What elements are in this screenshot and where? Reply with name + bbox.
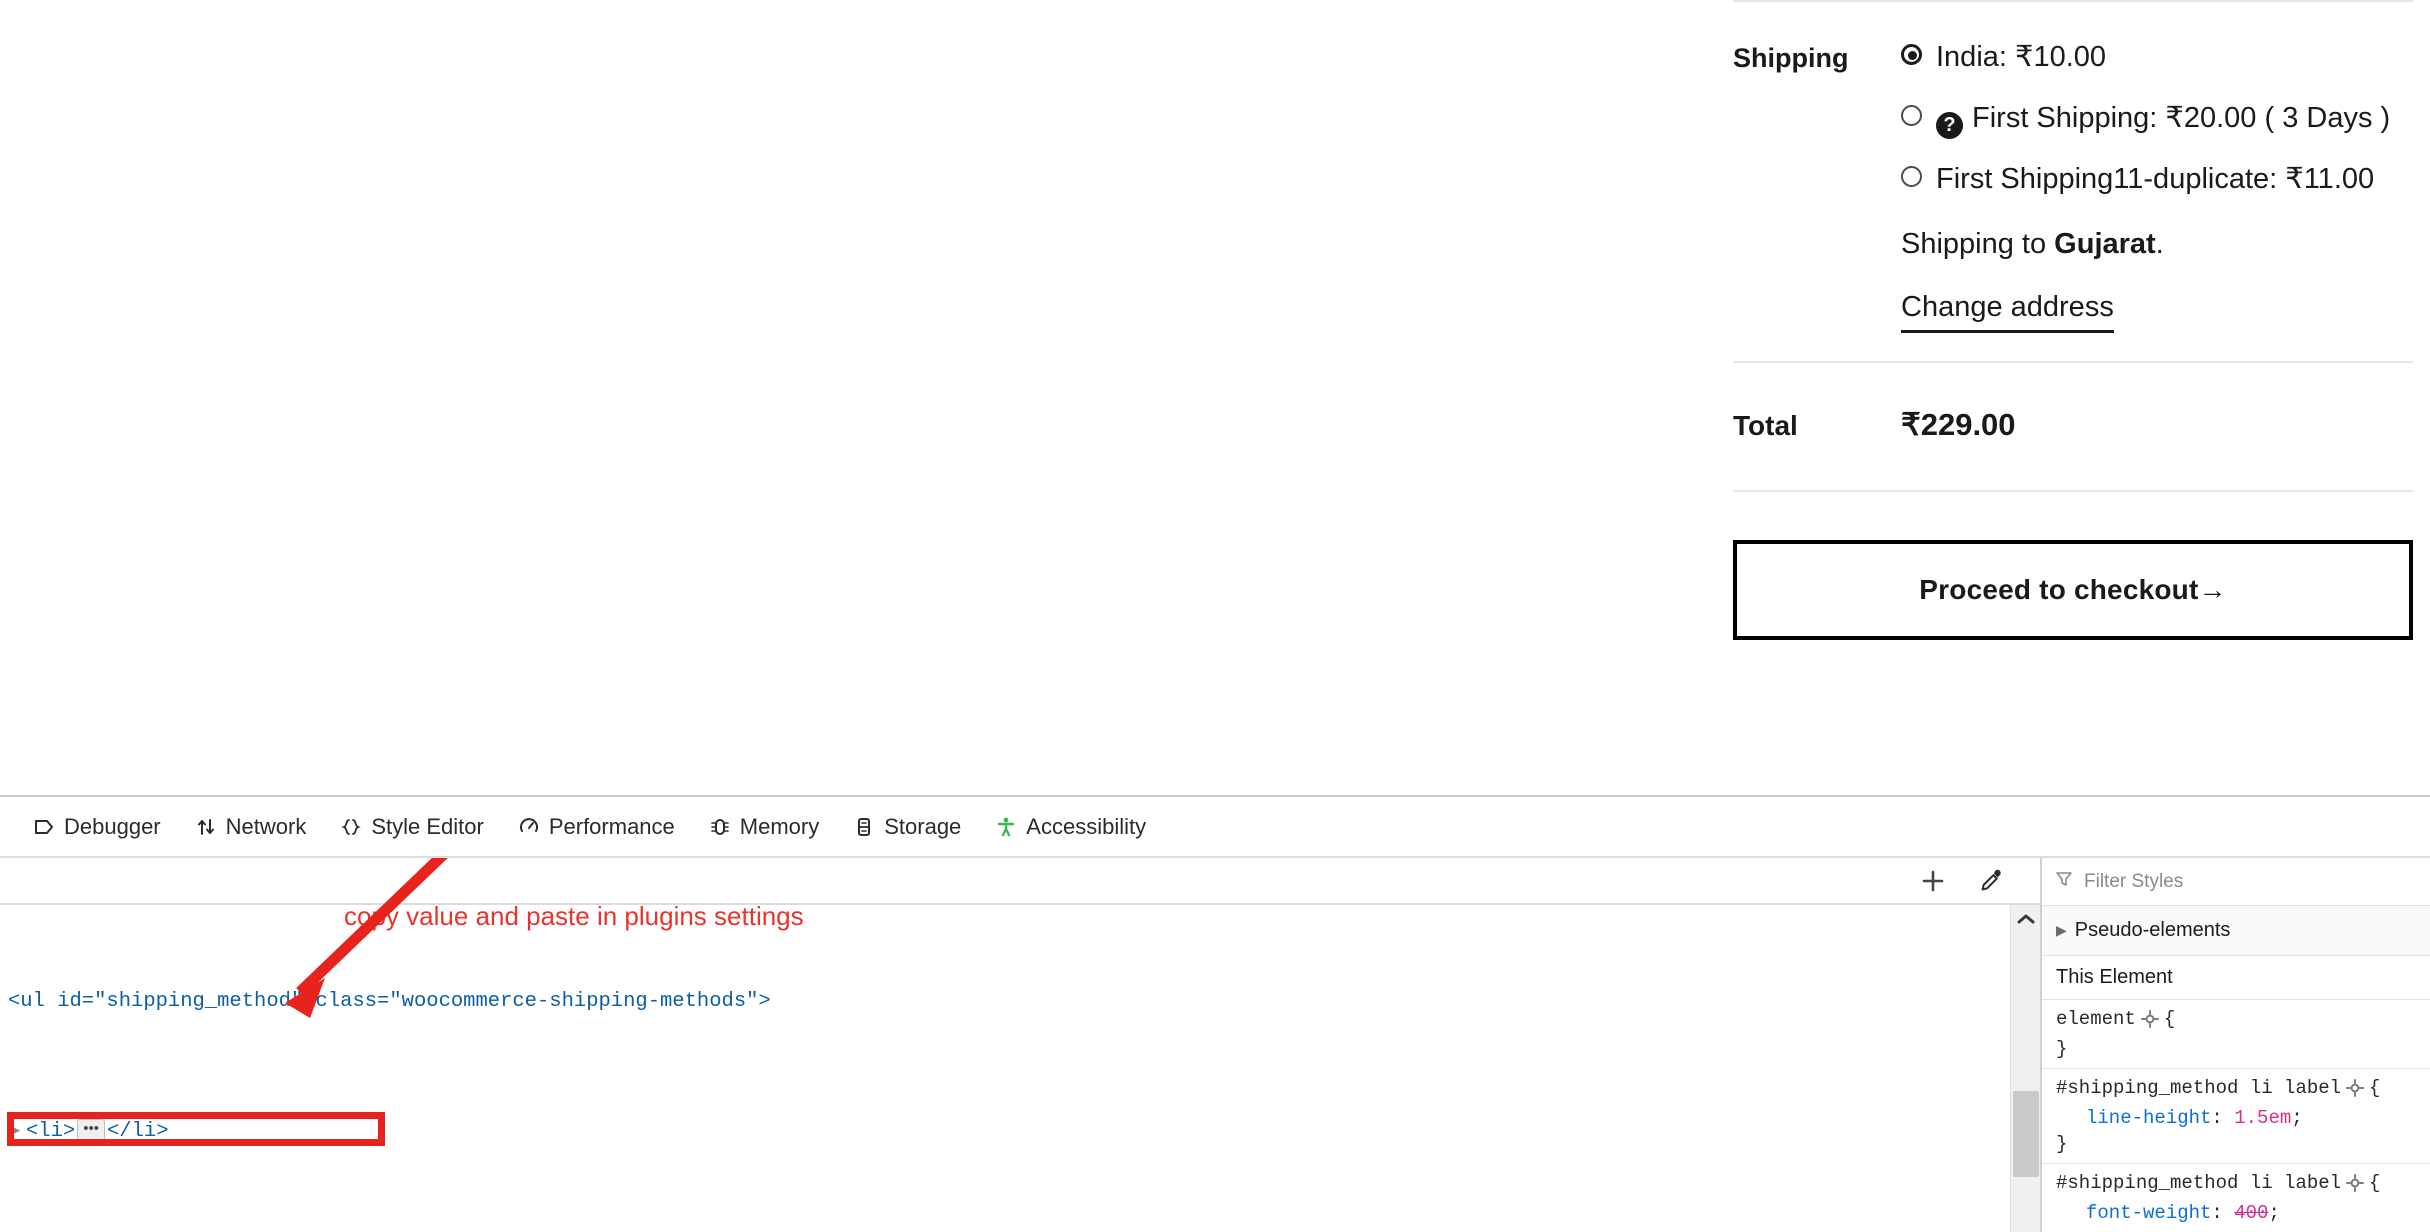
change-address-link[interactable]: Change address [1901, 287, 2114, 334]
toggle-rule-icon[interactable] [2346, 1079, 2365, 1105]
style-property-value[interactable]: 1.5em [2234, 1107, 2291, 1129]
checkout-button-wrap: Proceed to checkout→ [1733, 492, 2413, 640]
performance-icon [518, 816, 540, 838]
shipping-method-label-3: First Shipping11-duplicate: ₹11.00 [1936, 163, 2375, 196]
add-rule-plus-icon[interactable] [1904, 858, 1962, 903]
scrollbar-thumb[interactable] [2013, 1091, 2039, 1177]
tab-storage[interactable]: Storage [836, 797, 978, 856]
tab-label: Storage [884, 813, 962, 839]
debugger-icon [33, 816, 55, 838]
page-content: Shipping India: ₹10.00 ? First Shipping: … [0, 0, 2430, 795]
this-element-header: This Element [2042, 956, 2430, 1000]
shipping-destination: Shipping to Gujarat. [1901, 224, 2413, 265]
style-selector: #shipping_method li label [2056, 1077, 2342, 1099]
shipping-destination-suffix: . [2155, 228, 2164, 261]
expand-twisty-icon[interactable]: ▶ [8, 1116, 26, 1148]
accessibility-icon [995, 816, 1017, 838]
style-property-value[interactable]: 400 [2234, 1202, 2268, 1224]
style-selector: #shipping_method li label [2056, 1172, 2342, 1194]
style-rule-element[interactable]: element{} [2042, 1000, 2430, 1069]
shipping-options: India: ₹10.00 ? First Shipping: ₹20.00 ( … [1901, 36, 2413, 334]
devtools-tabbar: Debugger Network Style Editor Performanc… [0, 797, 2430, 858]
annotation-text: copy value and paste in plugins settings [344, 901, 804, 931]
style-rule-line-height[interactable]: #shipping_method li label{line-height: 1… [2042, 1069, 2430, 1164]
toggle-rule-icon[interactable] [2140, 1010, 2159, 1036]
memory-icon [709, 816, 731, 838]
styles-pane: Filter Styles ▶ Pseudo-elements This Ele… [2040, 858, 2430, 1232]
this-element-label: This Element [2056, 966, 2173, 988]
shipping-method-option-2[interactable]: ? First Shipping: ₹20.00 ( 3 Days ) [1901, 97, 2413, 140]
network-icon [195, 816, 217, 838]
ellipsis-icon[interactable]: ••• [77, 1118, 105, 1141]
shipping-method-label-2: First Shipping: ₹20.00 ( 3 Days ) [1972, 102, 2391, 135]
tab-label: Performance [548, 813, 675, 839]
style-selector: element [2056, 1008, 2136, 1030]
tab-style-editor[interactable]: Style Editor [323, 797, 501, 856]
toggle-rule-icon[interactable] [2346, 1174, 2365, 1200]
style-editor-icon [340, 816, 362, 838]
tab-accessibility[interactable]: Accessibility [978, 797, 1163, 856]
pseudo-elements-label: Pseudo-elements [2074, 919, 2231, 941]
scroll-up-arrow-icon[interactable] [2011, 905, 2040, 933]
tab-label: Network [225, 813, 307, 839]
devtools-body: <ul id="shipping_method" class="woocomme… [0, 858, 2430, 1232]
markup-scrollbar[interactable] [2010, 905, 2040, 1232]
radio-india[interactable] [1901, 44, 1922, 65]
radio-first-shipping[interactable] [1901, 105, 1922, 127]
filter-icon [2054, 869, 2074, 895]
tab-debugger[interactable]: Debugger [16, 797, 178, 856]
shipping-method-option-1[interactable]: India: ₹10.00 [1901, 36, 2413, 78]
proceed-to-checkout-button[interactable]: Proceed to checkout→ [1733, 539, 2413, 640]
markup-line-ul-open[interactable]: <ul id="shipping_method" class="woocomme… [8, 986, 2040, 1018]
cart-totals-panel: Shipping India: ₹10.00 ? First Shipping: … [1733, 0, 2413, 640]
tab-memory[interactable]: Memory [692, 797, 836, 856]
total-row: Total ₹229.00 [1733, 363, 2413, 489]
filter-styles-placeholder: Filter Styles [2084, 870, 2184, 892]
tab-label: Debugger [64, 813, 161, 839]
devtools-panel: Debugger Network Style Editor Performanc… [0, 795, 2430, 1232]
tab-label: Style Editor [371, 813, 484, 839]
markup-view-pane: <ul id="shipping_method" class="woocomme… [0, 858, 2040, 1232]
expand-twisty-icon[interactable]: ▶ [2056, 922, 2067, 939]
markup-code-lines[interactable]: <ul id="shipping_method" class="woocomme… [0, 905, 2040, 1232]
shipping-method-option-3[interactable]: First Shipping11-duplicate: ₹11.00 [1901, 158, 2413, 200]
code-text: <ul id="shipping_method" class="woocomme… [8, 990, 771, 1014]
shipping-label: Shipping [1733, 43, 1849, 73]
tab-label: Memory [739, 813, 820, 839]
tab-performance[interactable]: Performance [501, 797, 692, 856]
pseudo-elements-section[interactable]: ▶ Pseudo-elements [2042, 906, 2430, 956]
filter-styles-row[interactable]: Filter Styles [2042, 858, 2430, 906]
tab-network[interactable]: Network [178, 797, 324, 856]
radio-first-shipping11-duplicate[interactable] [1901, 166, 1922, 188]
markup-line-li-1[interactable]: ▶ <li> ••• </li> [8, 1116, 2040, 1148]
total-label: Total [1733, 410, 1798, 442]
eyedropper-icon[interactable] [1962, 858, 2020, 903]
style-property-name[interactable]: line-height [2056, 1105, 2211, 1131]
shipping-method-list: India: ₹10.00 ? First Shipping: ₹20.00 ( … [1901, 36, 2413, 200]
style-rule-font-weight[interactable]: #shipping_method li label{font-weight: 4… [2042, 1164, 2430, 1232]
style-property-name[interactable]: font-weight [2056, 1200, 2211, 1226]
shipping-destination-state: Gujarat [2054, 228, 2156, 261]
shipping-row: Shipping India: ₹10.00 ? First Shipping: … [1733, 2, 2413, 361]
shipping-method-label-1: India: ₹10.00 [1936, 41, 2107, 73]
shipping-destination-prefix: Shipping to [1901, 228, 2055, 261]
tab-label: Accessibility [1026, 813, 1147, 839]
markup-toolbar [0, 858, 2040, 905]
storage-icon [853, 816, 875, 838]
question-mark-icon[interactable]: ? [1936, 112, 1963, 140]
total-value: ₹229.00 [1901, 407, 2016, 443]
